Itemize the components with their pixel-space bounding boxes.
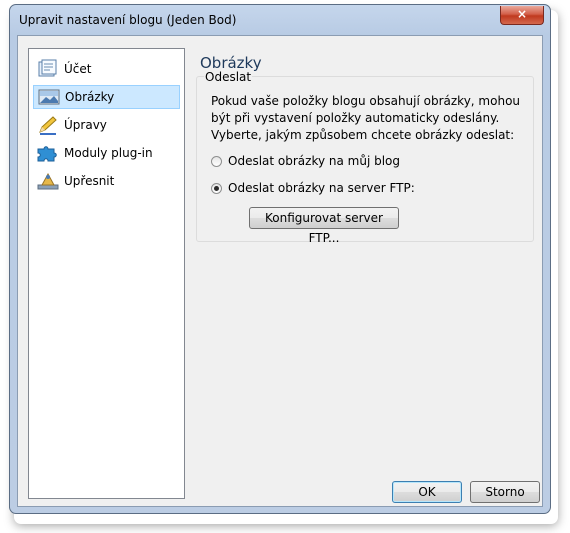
sidebar-item-account[interactable]: Účet	[33, 57, 180, 81]
dialog-client: Účet Obrázky Úpravy Moduly plug-in Upřes…	[17, 35, 543, 507]
sidebar-item-label: Účet	[64, 62, 92, 76]
account-icon	[35, 59, 61, 79]
option-label: Odeslat obrázky na můj blog	[228, 154, 401, 168]
sidebar-item-label: Upřesnit	[64, 174, 115, 188]
sidebar-item-label: Obrázky	[65, 90, 115, 104]
sidebar-item-label: Moduly plug-in	[64, 146, 153, 160]
sidebar-item-editing[interactable]: Úpravy	[33, 113, 180, 137]
dialog-window: Upravit nastavení blogu (Jeden Bod) × Úč…	[9, 4, 551, 514]
image-icon	[36, 87, 62, 107]
description-text: Pokud vaše položky blogu obsahují obrázk…	[211, 94, 521, 142]
pencil-icon	[35, 115, 61, 135]
close-button[interactable]: ×	[500, 6, 544, 25]
sidebar-item-images[interactable]: Obrázky	[33, 85, 180, 109]
cancel-button[interactable]: Storno	[470, 481, 540, 503]
group-label: Odeslat	[204, 70, 253, 84]
puzzle-icon	[35, 143, 61, 163]
radio-button-blog[interactable]	[211, 155, 222, 167]
sidebar-item-advanced[interactable]: Upřesnit	[33, 169, 180, 193]
sidebar-item-plugins[interactable]: Moduly plug-in	[33, 141, 180, 165]
radio-button-ftp[interactable]	[211, 182, 222, 194]
sidebar: Účet Obrázky Úpravy Moduly plug-in Upřes…	[28, 48, 185, 499]
option-upload-to-blog[interactable]: Odeslat obrázky na můj blog	[211, 154, 400, 168]
option-upload-to-ftp[interactable]: Odeslat obrázky na server FTP:	[211, 181, 415, 195]
option-label: Odeslat obrázky na server FTP:	[228, 181, 415, 195]
configure-ftp-button[interactable]: Konfigurovat server FTP...	[249, 207, 399, 245]
ok-button[interactable]: OK	[392, 481, 462, 503]
window-title: Upravit nastavení blogu (Jeden Bod)	[19, 13, 237, 27]
sidebar-item-label: Úpravy	[64, 118, 107, 132]
advanced-icon	[35, 171, 61, 191]
